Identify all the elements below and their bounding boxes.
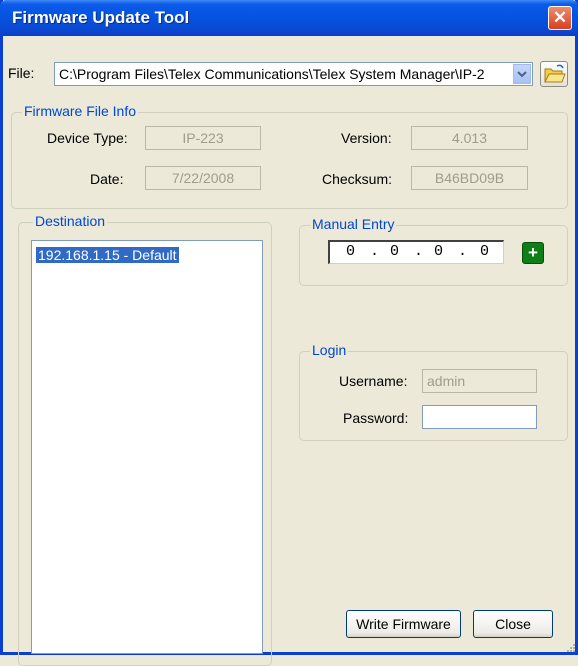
login-title: Login (310, 342, 348, 358)
ip-octet-1[interactable]: 0 (346, 243, 355, 260)
version-label: Version: (341, 130, 392, 146)
list-item[interactable]: 192.168.1.15 - Default (36, 247, 179, 263)
version-field: 4.013 (411, 126, 528, 150)
ip-octet-4[interactable]: 0 (480, 243, 489, 260)
ip-dot: . (414, 243, 423, 260)
file-label: File: (8, 65, 34, 81)
ip-dot: . (458, 243, 467, 260)
title-bar[interactable]: Firmware Update Tool ✕ (0, 0, 578, 36)
ip-octet-2[interactable]: 0 (390, 243, 399, 260)
open-folder-icon (541, 62, 567, 86)
password-field[interactable] (422, 405, 537, 429)
file-path-value: C:\Program Files\Telex Communications\Te… (59, 66, 509, 82)
file-path-combo[interactable]: C:\Program Files\Telex Communications\Te… (54, 62, 533, 86)
destination-list[interactable]: 192.168.1.15 - Default (31, 240, 263, 654)
password-label: Password: (343, 410, 408, 426)
username-label: Username: (339, 373, 407, 389)
date-label: Date: (90, 171, 123, 187)
resize-grip-icon[interactable] (566, 643, 576, 653)
username-field: admin (422, 369, 537, 393)
window-title: Firmware Update Tool (12, 8, 189, 28)
firmware-info-title: Firmware File Info (22, 103, 138, 119)
device-type-field: IP-223 (145, 126, 261, 150)
ip-octet-3[interactable]: 0 (434, 243, 443, 260)
write-firmware-button[interactable]: Write Firmware (346, 610, 461, 638)
manual-entry-title: Manual Entry (310, 216, 396, 232)
chevron-down-icon[interactable] (513, 64, 531, 84)
window-close-button[interactable]: ✕ (548, 6, 572, 30)
browse-folder-button[interactable] (540, 61, 568, 87)
ip-dot: . (370, 243, 379, 260)
checksum-label: Checksum: (322, 171, 392, 187)
device-type-label: Device Type: (47, 130, 128, 146)
destination-title: Destination (33, 213, 107, 229)
ip-address-input[interactable]: 0 . 0 . 0 . 0 (328, 240, 504, 264)
checksum-field: B46BD09B (411, 166, 528, 190)
date-field: 7/22/2008 (145, 166, 261, 190)
add-address-button[interactable]: + (522, 242, 544, 264)
close-button[interactable]: Close (473, 610, 553, 638)
